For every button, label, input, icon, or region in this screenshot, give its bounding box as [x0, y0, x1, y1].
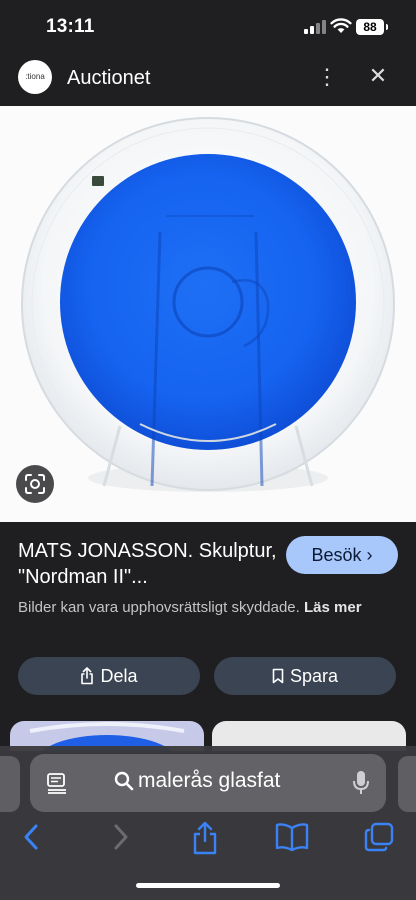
share-label: Dela — [100, 665, 138, 686]
search-icon — [114, 771, 134, 791]
save-button[interactable]: Spara — [214, 657, 396, 695]
more-vert-icon[interactable]: ⋮ — [316, 62, 338, 92]
wifi-icon — [330, 18, 352, 33]
close-icon[interactable]: ✕ — [364, 61, 392, 91]
copyright-text: Bilder kan vara upphovsrättsligt skyddad… — [18, 599, 300, 616]
previous-tab-preview[interactable] — [0, 756, 20, 812]
forward-icon[interactable] — [106, 820, 134, 854]
copyright-notice: Bilder kan vara upphovsrättsligt skyddad… — [18, 596, 410, 619]
status-bar: 13:11 88 — [0, 0, 416, 52]
read-more-link[interactable]: Läs mer — [304, 599, 362, 616]
browser-toolbar: malerås glasfat — [0, 746, 416, 900]
glass-dish-image — [21, 117, 395, 492]
search-query: malerås glasfat — [138, 769, 281, 792]
top-bar: :tiona Auctionet ⋮ ✕ — [0, 52, 416, 106]
result-title[interactable]: MATS JONASSON. Skulptur, "Nordman II"... — [18, 538, 280, 590]
visit-button[interactable]: Besök › — [286, 536, 398, 574]
share-icon — [81, 667, 94, 685]
result-image[interactable] — [0, 106, 416, 522]
lens-icon[interactable] — [16, 465, 54, 503]
share-button[interactable]: Dela — [18, 657, 200, 695]
site-name: Auctionet — [67, 67, 151, 89]
bookmarks-icon[interactable] — [274, 820, 310, 854]
back-icon[interactable] — [18, 820, 46, 854]
tabs-icon[interactable] — [362, 820, 396, 854]
result-info: MATS JONASSON. Skulptur, "Nordman II"...… — [0, 522, 416, 751]
reader-icon[interactable] — [46, 772, 68, 794]
battery-icon: 88 — [356, 19, 388, 35]
next-tab-preview[interactable] — [398, 756, 416, 812]
mic-icon[interactable] — [352, 770, 370, 796]
bookmark-icon — [272, 668, 284, 684]
signal-icon — [304, 20, 326, 34]
status-time: 13:11 — [46, 16, 95, 37]
address-text: malerås glasfat — [114, 769, 280, 793]
address-bar[interactable]: malerås glasfat — [30, 754, 386, 812]
save-label: Spara — [289, 665, 339, 686]
share-sheet-icon[interactable] — [190, 820, 220, 856]
site-logo: :tiona — [18, 60, 52, 94]
home-indicator[interactable] — [136, 883, 280, 888]
